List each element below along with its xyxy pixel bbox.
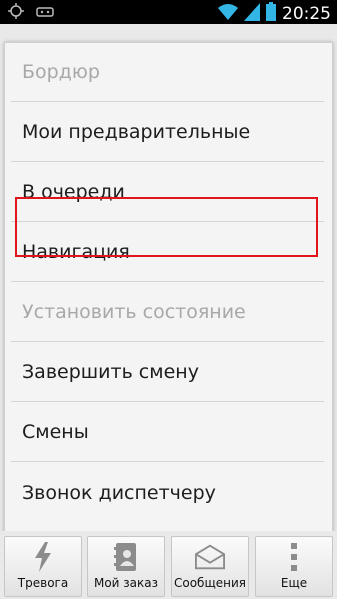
menu-item-call-dispatcher[interactable]: Звонок диспетчеру: [11, 463, 324, 522]
contact-book-icon: [111, 542, 141, 572]
more-button[interactable]: Еще: [255, 536, 333, 597]
alarm-button[interactable]: Тревога: [4, 536, 82, 597]
alarm-button-label: Тревога: [17, 576, 69, 590]
wifi-icon: [218, 3, 238, 25]
menu-item-set-status: Установить состояние: [11, 283, 324, 342]
more-vertical-icon: [279, 542, 309, 572]
my-order-button[interactable]: Мой заказ: [87, 536, 165, 597]
bottom-toolbar: Тревога Мой заказ Сообщения Еще: [0, 531, 337, 599]
menu-item-navigation[interactable]: Навигация: [11, 223, 324, 282]
lightning-icon: [28, 542, 58, 572]
options-menu: Бордюр Мои предварительные В очереди Нав…: [4, 42, 333, 549]
menu-item-shifts[interactable]: Смены: [11, 403, 324, 462]
bbm-icon: [36, 4, 54, 23]
menu-item-bordyur: Бордюр: [11, 43, 324, 102]
envelope-icon: [195, 542, 225, 572]
menu-item-end-shift[interactable]: Завершить смену: [11, 343, 324, 402]
messages-button-label: Сообщения: [173, 576, 246, 590]
menu-item-in-queue[interactable]: В очереди: [11, 163, 324, 222]
status-bar: 20:25: [0, 0, 337, 24]
battery-icon: [266, 2, 276, 25]
signal-icon: [244, 2, 260, 25]
my-order-button-label: Мой заказ: [93, 576, 159, 590]
more-button-label: Еще: [280, 576, 308, 590]
gps-icon: [8, 3, 24, 23]
app-screen: Бордюр Мои предварительные В очереди Нав…: [0, 24, 337, 599]
menu-item-my-preliminary[interactable]: Мои предварительные: [11, 103, 324, 162]
status-time: 20:25: [282, 3, 331, 24]
messages-button[interactable]: Сообщения: [171, 536, 249, 597]
